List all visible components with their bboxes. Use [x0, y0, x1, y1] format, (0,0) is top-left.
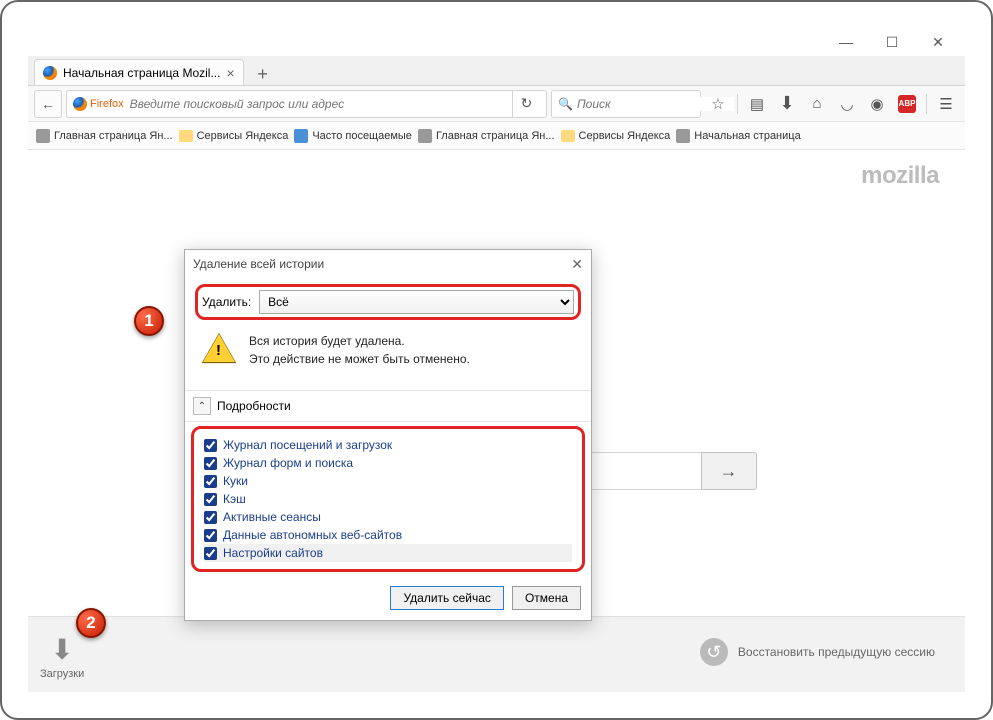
folder-icon	[179, 130, 193, 142]
time-range-select[interactable]: Всё	[259, 290, 574, 314]
restore-icon: ↺	[700, 638, 728, 666]
separator	[926, 94, 927, 114]
tab-title: Начальная страница Mozil...	[63, 66, 220, 80]
globe-icon	[294, 129, 308, 143]
mozilla-logo: mozilla	[861, 162, 939, 190]
warning-line-2: Это действие не может быть отменено.	[249, 352, 470, 366]
bookmarks-toolbar: Главная страница Ян... Сервисы Яндекса Ч…	[28, 122, 965, 150]
maximize-button[interactable]: ☐	[869, 28, 915, 56]
checkbox-offline[interactable]: Данные автономных веб-сайтов	[204, 526, 572, 544]
tab-active[interactable]: Начальная страница Mozil... ×	[34, 59, 244, 85]
checkbox-cache[interactable]: Кэш	[204, 490, 572, 508]
checkbox-cookies[interactable]: Куки	[204, 472, 572, 490]
homepage-bottom-bar: ⬇ Загрузки ↺ Восстановить предыдущую сес…	[28, 616, 965, 692]
highlight-box-1: Удалить: Всё	[195, 284, 581, 320]
highlight-box-2: Журнал посещений и загрузок Журнал форм …	[191, 426, 585, 572]
checkbox-forms[interactable]: Журнал форм и поиска	[204, 454, 572, 472]
nav-toolbar: ← Firefox ↻ 🔍 ☆ ▤ ⬇ ⌂ ◡ ◉ ABP ☰	[28, 86, 965, 122]
firefox-icon	[43, 66, 57, 80]
tab-close-icon[interactable]: ×	[226, 65, 234, 81]
minimize-button[interactable]: —	[823, 28, 869, 56]
warning-icon: !	[203, 334, 235, 362]
new-tab-button[interactable]: +	[250, 63, 276, 85]
download-arrow-icon: ⬇	[50, 633, 73, 666]
window-titlebar: — ☐ ✕	[28, 28, 965, 56]
url-input[interactable]	[130, 97, 506, 111]
details-label: Подробности	[217, 399, 291, 413]
dialog-titlebar: Удаление всей истории ✕	[185, 250, 591, 278]
folder-icon	[561, 130, 575, 142]
annotation-marker-1: 1	[134, 306, 164, 336]
warning-row: ! Вся история будет удалена. Это действи…	[195, 320, 581, 382]
reload-button[interactable]: ↻	[512, 91, 540, 117]
bookmark-item[interactable]: Главная страница Ян...	[36, 129, 173, 143]
dialog-title: Удаление всей истории	[193, 257, 324, 271]
menu-icon[interactable]: ☰	[933, 91, 959, 117]
sidebar-icon[interactable]: ▤	[744, 91, 770, 117]
delete-now-button[interactable]: Удалить сейчас	[390, 586, 503, 610]
delete-label: Удалить:	[202, 295, 251, 309]
homepage-search-button[interactable]: →	[701, 452, 757, 490]
chevron-up-icon: ⌃	[193, 397, 211, 415]
annotation-marker-2: 2	[76, 608, 106, 638]
dialog-close-icon[interactable]: ✕	[571, 256, 583, 273]
globe-icon	[418, 129, 432, 143]
search-icon: 🔍	[558, 97, 573, 111]
bookmark-item[interactable]: Сервисы Яндекса	[179, 130, 289, 142]
pocket-icon[interactable]: ◡	[834, 91, 860, 117]
globe-icon	[36, 129, 50, 143]
checkbox-history[interactable]: Журнал посещений и загрузок	[204, 436, 572, 454]
clear-history-dialog: Удаление всей истории ✕ Удалить: Всё ! В…	[184, 249, 592, 621]
warning-line-1: Вся история будет удалена.	[249, 334, 470, 348]
close-window-button[interactable]: ✕	[915, 28, 961, 56]
home-icon[interactable]: ⌂	[804, 91, 830, 117]
identity-box: Firefox	[73, 97, 124, 111]
downloads-icon[interactable]: ⬇	[774, 91, 800, 117]
bookmark-item[interactable]: Часто посещаемые	[294, 129, 412, 143]
search-bar[interactable]: 🔍	[551, 90, 701, 118]
bookmark-item[interactable]: Сервисы Яндекса	[561, 130, 671, 142]
bookmark-item[interactable]: Главная страница Ян...	[418, 129, 555, 143]
details-header[interactable]: ⌃ Подробности	[185, 390, 591, 422]
url-bar[interactable]: Firefox ↻	[66, 90, 547, 118]
tab-bar: Начальная страница Mozil... × +	[28, 56, 965, 86]
bookmark-star-icon[interactable]: ☆	[705, 91, 731, 117]
checkbox-sessions[interactable]: Активные сеансы	[204, 508, 572, 526]
adblock-icon[interactable]: ABP	[894, 91, 920, 117]
downloads-label: Загрузки	[40, 668, 84, 680]
back-button[interactable]: ←	[34, 90, 62, 118]
restore-session[interactable]: ↺ Восстановить предыдущую сессию	[700, 638, 935, 666]
sync-icon[interactable]: ◉	[864, 91, 890, 117]
restore-label: Восстановить предыдущую сессию	[738, 645, 935, 659]
downloads-tile[interactable]: ⬇ Загрузки	[40, 633, 84, 680]
bookmark-item[interactable]: Начальная страница	[676, 129, 800, 143]
separator	[737, 94, 738, 114]
cancel-button[interactable]: Отмена	[512, 586, 581, 610]
globe-icon	[676, 129, 690, 143]
checkbox-sitesettings[interactable]: Настройки сайтов	[204, 544, 572, 562]
